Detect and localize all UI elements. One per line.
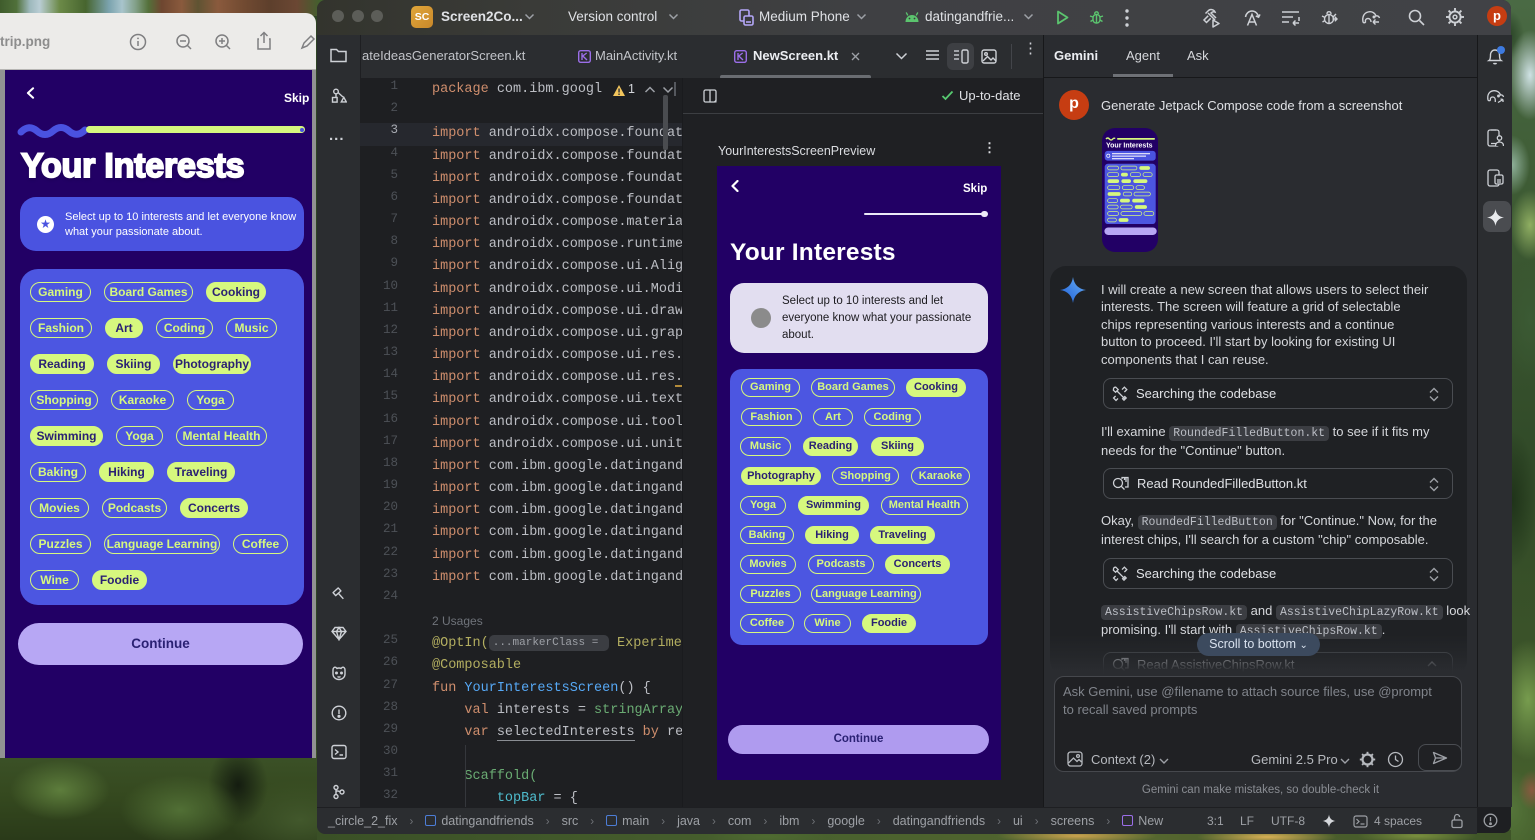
svg-text:Your Interests: Your Interests: [1106, 143, 1153, 150]
